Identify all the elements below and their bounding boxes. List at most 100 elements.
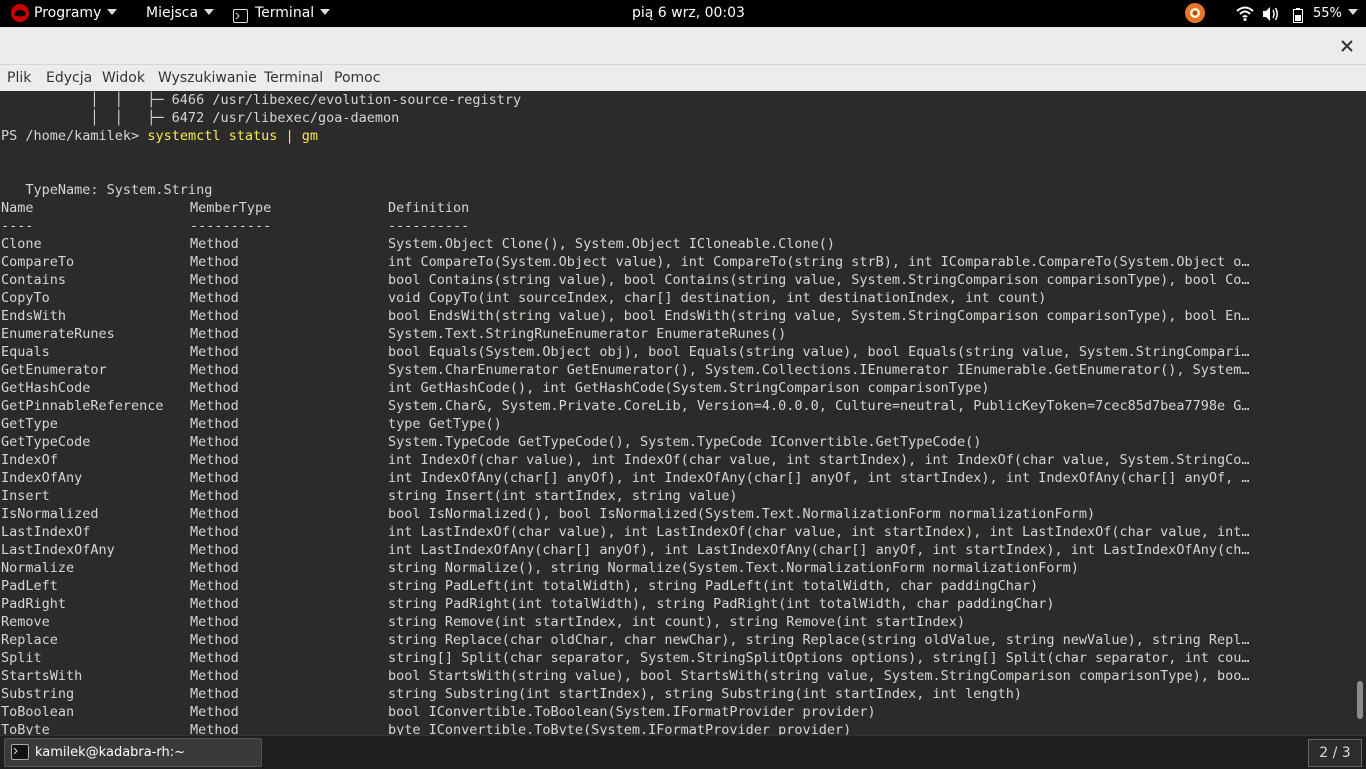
header-definition: Definition (388, 200, 470, 216)
header-name: Name (1, 200, 34, 216)
member-definition: string Remove(int startIndex, int count)… (388, 614, 966, 630)
member-name: IsNormalized (1, 506, 99, 522)
top-bar: Programy Miejsca Terminal pią 6 wrz, 00:… (0, 0, 1366, 27)
member-definition: int LastIndexOf(char value), int LastInd… (388, 524, 1250, 540)
terminal-scrollbar[interactable] (1354, 91, 1366, 735)
clock-label: pią 6 wrz, 00:03 (632, 5, 745, 21)
command-text: systemctl status | gm (147, 128, 318, 144)
menu-file[interactable]: Plik (7, 65, 31, 91)
member-definition: int IndexOfAny(char[] anyOf), int IndexO… (388, 470, 1250, 486)
member-name: Normalize (1, 560, 75, 576)
terminal-app-label: Terminal (255, 5, 315, 21)
taskbar-window-terminal[interactable]: kamilek@kadabra-rh:~ (4, 738, 262, 767)
member-definition: System.Object Clone(), System.Object ICl… (388, 236, 836, 252)
member-name: ToByte (1, 722, 50, 735)
member-type: Method (190, 632, 239, 648)
member-name: Clone (1, 236, 42, 252)
scrollbar-thumb[interactable] (1357, 681, 1363, 719)
member-name: LastIndexOf (1, 524, 91, 540)
member-name: Contains (1, 272, 67, 288)
member-definition: type GetType() (388, 416, 502, 432)
menu-search[interactable]: Wyszukiwanie (158, 65, 257, 91)
typename-line: TypeName: System.String (1, 182, 213, 198)
member-type: Method (190, 488, 239, 504)
member-definition: System.TypeCode GetTypeCode(), System.Ty… (388, 434, 982, 450)
member-name: ToBoolean (1, 704, 75, 720)
member-name: IndexOf (1, 452, 58, 468)
volume-icon[interactable] (1262, 0, 1280, 27)
indicator-app-icon[interactable] (1184, 0, 1206, 27)
battery-level: 55% (1313, 6, 1342, 21)
menu-edit[interactable]: Edycja (46, 65, 92, 91)
chevron-down-icon (107, 9, 118, 15)
chevron-down-icon (320, 9, 331, 15)
process-tree-line: │ │ ├─ 6472 /usr/libexec/goa-daemon (1, 110, 400, 126)
terminal-app-menu[interactable]: Terminal (233, 0, 331, 27)
wifi-icon[interactable] (1236, 0, 1254, 27)
member-name: Equals (1, 344, 50, 360)
member-definition: bool IConvertible.ToBoolean(System.IForm… (388, 704, 876, 720)
member-type: Method (190, 506, 239, 522)
member-name: LastIndexOfAny (1, 542, 115, 558)
terminal-window-icon (11, 744, 29, 764)
member-definition: bool StartsWith(string value), bool Star… (388, 668, 1250, 684)
member-definition: string Normalize(), string Normalize(Sys… (388, 560, 1079, 576)
member-name: Insert (1, 488, 50, 504)
terminal-output[interactable]: │ │ ├─ 6466 /usr/libexec/evolution-sourc… (0, 91, 1354, 735)
member-type: Method (190, 650, 239, 666)
member-type: Method (190, 470, 239, 486)
member-name: CompareTo (1, 254, 75, 270)
member-type: Method (190, 326, 239, 342)
member-name: StartsWith (1, 668, 83, 684)
member-definition: string Substring(int startIndex), string… (388, 686, 1022, 702)
prompt-line: PS /home/kamilek> systemctl status | gm (1, 127, 318, 145)
member-type: Method (190, 542, 239, 558)
member-type: Method (190, 686, 239, 702)
member-definition: string Replace(char oldChar, char newCha… (388, 632, 1250, 648)
member-definition: int CompareTo(System.Object value), int … (388, 254, 1250, 270)
menu-view[interactable]: Widok (102, 65, 145, 91)
chevron-down-icon (1347, 9, 1358, 15)
member-type: Method (190, 344, 239, 360)
member-name: GetHashCode (1, 380, 91, 396)
workspace-indicator[interactable]: 2 / 3 (1308, 739, 1362, 767)
member-name: GetEnumerator (1, 362, 107, 378)
member-type: Method (190, 452, 239, 468)
member-definition: string PadLeft(int totalWidth), string P… (388, 578, 1039, 594)
member-name: Remove (1, 614, 50, 630)
menu-help[interactable]: Pomoc (334, 65, 380, 91)
member-definition: bool Equals(System.Object obj), bool Equ… (388, 344, 1250, 360)
applications-menu[interactable]: Programy (10, 0, 118, 27)
member-definition: string Insert(int startIndex, string val… (388, 488, 738, 504)
member-type: Method (190, 722, 239, 735)
header-underline: ---- (1, 218, 34, 234)
member-definition: bool Contains(string value), bool Contai… (388, 272, 1250, 288)
member-definition: System.Char&, System.Private.CoreLib, Ve… (388, 398, 1250, 414)
member-definition: System.Text.StringRuneEnumerator Enumera… (388, 326, 787, 342)
menu-terminal[interactable]: Terminal (264, 65, 323, 91)
member-type: Method (190, 398, 239, 414)
member-definition: string PadRight(int totalWidth), string … (388, 596, 1055, 612)
battery-indicator[interactable]: 55% (1293, 0, 1358, 27)
member-definition: System.CharEnumerator GetEnumerator(), S… (388, 362, 1250, 378)
places-label: Miejsca (146, 5, 199, 21)
clock[interactable]: pią 6 wrz, 00:03 (632, 0, 745, 27)
header-membertype: MemberType (190, 200, 272, 216)
member-type: Method (190, 308, 239, 324)
close-icon[interactable] (1340, 38, 1354, 52)
member-name: Split (1, 650, 42, 666)
window-titlebar[interactable] (0, 27, 1366, 65)
member-definition: int IndexOf(char value), int IndexOf(cha… (388, 452, 1250, 468)
member-definition: string[] Split(char separator, System.St… (388, 650, 1250, 666)
places-menu[interactable]: Miejsca (146, 0, 215, 27)
window-list-bar: kamilek@kadabra-rh:~ 2 / 3 (0, 735, 1366, 769)
header-underline: ---------- (388, 218, 470, 234)
member-type: Method (190, 362, 239, 378)
member-type: Method (190, 434, 239, 450)
member-definition: bool IsNormalized(), bool IsNormalized(S… (388, 506, 1096, 522)
member-type: Method (190, 560, 239, 576)
member-type: Method (190, 236, 239, 252)
member-definition: void CopyTo(int sourceIndex, char[] dest… (388, 290, 1047, 306)
member-type: Method (190, 524, 239, 540)
chevron-down-icon (204, 9, 215, 15)
